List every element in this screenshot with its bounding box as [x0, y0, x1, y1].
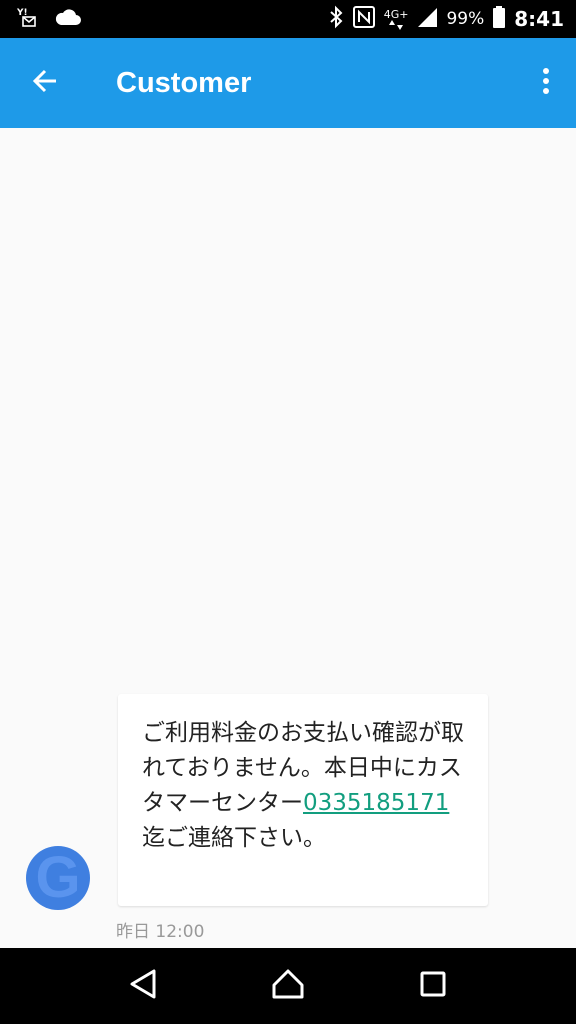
arrow-left-icon: [31, 67, 59, 99]
phone-number-link[interactable]: 0335185171: [303, 790, 449, 816]
nfc-icon: [352, 5, 376, 33]
nav-home-button[interactable]: [253, 948, 323, 1024]
navigation-bar: [0, 948, 576, 1024]
battery-percent: 99%: [446, 9, 485, 29]
app-bar: Customer: [0, 38, 576, 128]
avatar-letter: G: [35, 846, 81, 910]
cloud-icon: [54, 7, 82, 31]
back-button[interactable]: [0, 38, 90, 128]
network-type-label: 4G+: [383, 7, 409, 21]
message-text-after: 迄ご連絡下さい。: [142, 825, 326, 851]
network-type-icon: 4G+: [383, 7, 409, 30]
home-circle-icon: [271, 967, 305, 1005]
message-bubble[interactable]: ご利用料金のお支払い確認が取れておりません。本日中にカスタマーセンター03351…: [118, 694, 488, 906]
back-triangle-icon: [128, 968, 158, 1004]
more-vert-icon: [542, 67, 550, 99]
nav-back-button[interactable]: [108, 948, 178, 1024]
status-bar: Y! 4G+ 99% 8:41: [0, 0, 576, 38]
conversation-area[interactable]: ご利用料金のお支払い確認が取れておりません。本日中にカスタマーセンター03351…: [0, 128, 576, 948]
battery-icon: [492, 5, 506, 33]
overflow-menu-button[interactable]: [516, 38, 576, 128]
message-timestamp: 昨日 12:00: [116, 922, 205, 942]
recents-square-icon: [419, 970, 447, 1002]
avatar[interactable]: G: [26, 846, 90, 910]
status-right: 4G+ 99% 8:41: [328, 5, 564, 33]
yahoo-mail-icon: Y!: [16, 6, 38, 32]
nav-recents-button[interactable]: [398, 948, 468, 1024]
signal-icon: [416, 6, 438, 32]
bluetooth-icon: [328, 5, 344, 33]
status-time: 8:41: [514, 7, 564, 31]
status-left: Y!: [16, 6, 82, 32]
page-title: Customer: [116, 66, 252, 99]
